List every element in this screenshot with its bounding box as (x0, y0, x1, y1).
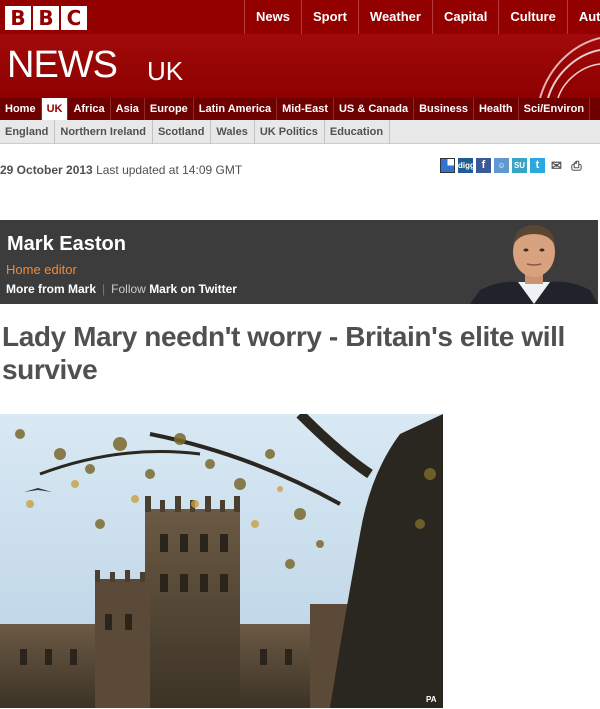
section-nav-business[interactable]: Business (414, 98, 474, 120)
more-from-author-link[interactable]: More from Mark (6, 282, 96, 296)
bbc-logo-letter: C (61, 6, 87, 30)
follow-label: Follow (111, 282, 146, 296)
bbc-logo-letter: B (33, 6, 59, 30)
article-dateline: 29 October 2013 Last updated at 14:09 GM… (0, 163, 242, 177)
news-banner: NEWS UK (0, 34, 600, 98)
bbc-logo-letter: B (5, 6, 31, 30)
news-logo[interactable]: NEWS (7, 44, 118, 86)
article-photo (0, 414, 443, 708)
sub-nav: England Northern Ireland Scotland Wales … (0, 120, 600, 144)
digg-icon[interactable]: digg (458, 158, 475, 173)
twitter-icon[interactable]: t (530, 158, 545, 173)
author-name: Mark Easton (7, 233, 126, 255)
facebook-icon[interactable]: f (476, 158, 491, 173)
author-links-divider: | (102, 282, 106, 296)
top-nav-culture[interactable]: Culture (498, 0, 567, 34)
twitter-follow-link[interactable]: Mark on Twitter (149, 282, 237, 296)
email-icon[interactable]: ✉ (548, 158, 565, 173)
edition-label: UK (147, 56, 184, 86)
top-nav-weather[interactable]: Weather (357, 0, 432, 34)
top-nav: News Sport Weather Capital Culture Auto (244, 0, 600, 34)
sub-nav-education[interactable]: Education (325, 120, 391, 144)
sub-nav-northern-ireland[interactable]: Northern Ireland (55, 120, 153, 144)
share-tools: digg f ☺ SU t ✉ ⎙ (440, 158, 585, 173)
photo-credit: PA (426, 695, 437, 704)
top-nav-autos[interactable]: Auto (566, 0, 600, 34)
article-date: 29 October 2013 (0, 163, 93, 177)
section-nav-us-canada[interactable]: US & Canada (334, 98, 415, 120)
section-nav-latin-america[interactable]: Latin America (194, 98, 278, 120)
section-nav-uk[interactable]: UK (41, 98, 69, 120)
section-nav: Home UK Africa Asia Europe Latin America… (0, 98, 600, 120)
top-nav-news[interactable]: News (244, 0, 301, 34)
bbc-logo[interactable]: B B C (5, 6, 87, 30)
delicious-icon[interactable] (440, 158, 455, 173)
sub-nav-wales[interactable]: Wales (211, 120, 255, 144)
banner-swoosh-graphic (539, 37, 600, 98)
author-links: More from Mark | Follow Mark on Twitter (6, 282, 237, 296)
top-nav-capital[interactable]: Capital (431, 0, 498, 34)
bbc-masthead: B B C News Sport Weather Capital Culture… (0, 0, 600, 34)
section-nav-mid-east[interactable]: Mid-East (277, 98, 334, 120)
reddit-icon[interactable]: ☺ (494, 158, 509, 173)
article-headline: Lady Mary needn't worry - Britain's elit… (2, 321, 565, 385)
author-portrait (470, 220, 598, 304)
top-nav-sport[interactable]: Sport (300, 0, 358, 34)
sub-nav-england[interactable]: England (0, 120, 56, 144)
print-icon[interactable]: ⎙ (568, 158, 585, 173)
section-nav-europe[interactable]: Europe (145, 98, 194, 120)
section-nav-sci-environment[interactable]: Sci/Environ (519, 98, 591, 120)
section-nav-africa[interactable]: Africa (68, 98, 111, 120)
sub-nav-scotland[interactable]: Scotland (153, 120, 212, 144)
author-role: Home editor (6, 262, 77, 277)
section-nav-home[interactable]: Home (0, 98, 42, 120)
section-nav-asia[interactable]: Asia (111, 98, 145, 120)
stumbleupon-icon[interactable]: SU (512, 158, 527, 173)
sub-nav-uk-politics[interactable]: UK Politics (255, 120, 325, 144)
article-updated: Last updated at 14:09 GMT (96, 163, 243, 177)
section-nav-health[interactable]: Health (474, 98, 519, 120)
author-box: Mark Easton Home editor More from Mark | F… (0, 220, 598, 304)
